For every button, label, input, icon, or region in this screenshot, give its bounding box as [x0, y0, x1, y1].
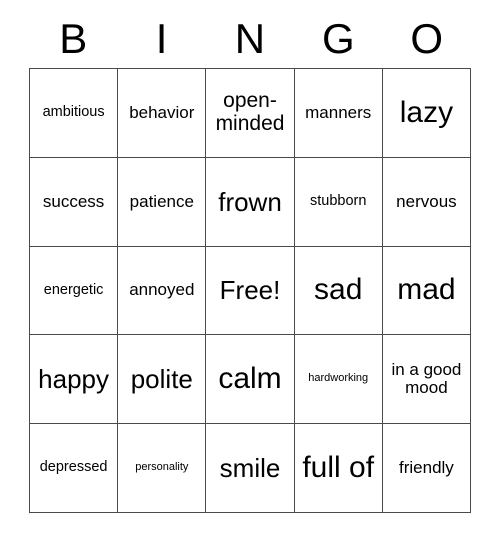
- bingo-cell[interactable]: manners: [294, 69, 383, 158]
- bingo-cell[interactable]: frown: [206, 157, 295, 247]
- bingo-cell[interactable]: sad: [294, 246, 383, 336]
- bingo-card: B I N G O ambitious behavior open-minded…: [29, 10, 472, 513]
- bingo-grid: ambitious behavior open-minded manners l…: [29, 68, 472, 513]
- bingo-cell-label: sad: [314, 273, 363, 307]
- bingo-cell-label: stubborn: [309, 192, 367, 209]
- bingo-row: depressed personality smile full of frie…: [30, 424, 472, 513]
- bingo-header-row: B I N G O: [29, 10, 471, 68]
- bingo-cell-label: behavior: [129, 102, 195, 122]
- bingo-cell-label: in a good mood: [391, 359, 462, 398]
- bingo-cell-label: depressed: [39, 459, 108, 476]
- bingo-header-letter-o: O: [410, 15, 444, 62]
- bingo-cell-free-space[interactable]: Free!: [206, 246, 295, 336]
- bingo-cell-label: calm: [218, 362, 282, 396]
- bingo-cell-label: energetic: [43, 281, 104, 298]
- bingo-cell[interactable]: behavior: [118, 69, 207, 158]
- bingo-cell-label: success: [42, 191, 105, 211]
- bingo-cell[interactable]: ambitious: [30, 69, 119, 158]
- bingo-cell[interactable]: happy: [30, 335, 119, 425]
- bingo-header-letter-b: B: [59, 15, 88, 62]
- bingo-cell-label: friendly: [399, 457, 454, 477]
- bingo-cell[interactable]: smile: [206, 424, 295, 513]
- bingo-cell-label: lazy: [399, 95, 454, 129]
- bingo-cell[interactable]: open-minded: [206, 69, 295, 158]
- bingo-cell-label: mad: [397, 273, 456, 307]
- bingo-cell-label: manners: [305, 102, 372, 122]
- bingo-cell[interactable]: hardworking: [294, 335, 383, 425]
- bingo-header-letter-n: N: [234, 15, 266, 62]
- bingo-cell-label: personality: [135, 461, 189, 474]
- bingo-cell[interactable]: depressed: [30, 424, 119, 513]
- bingo-cell-label: hardworking: [308, 372, 369, 385]
- bingo-cell-label: patience: [129, 191, 194, 211]
- bingo-cell-label: full of: [302, 450, 375, 484]
- bingo-cell[interactable]: nervous: [382, 157, 472, 247]
- bingo-cell[interactable]: annoyed: [118, 246, 207, 336]
- bingo-cell-label: open-minded: [215, 89, 285, 135]
- bingo-row: success patience frown stubborn nervous: [30, 157, 472, 247]
- bingo-cell-label: smile: [219, 453, 281, 484]
- bingo-header-letter-g: G: [322, 15, 355, 62]
- bingo-cell[interactable]: energetic: [30, 246, 119, 336]
- bingo-cell[interactable]: polite: [118, 335, 207, 425]
- bingo-cell-label: Free!: [219, 275, 281, 306]
- bingo-header-letter-i: I: [155, 15, 168, 62]
- bingo-cell-label: annoyed: [129, 280, 195, 300]
- bingo-cell[interactable]: in a good mood: [382, 335, 472, 425]
- bingo-cell[interactable]: lazy: [382, 69, 472, 158]
- bingo-cell[interactable]: friendly: [382, 424, 472, 513]
- bingo-cell-label: happy: [38, 364, 110, 395]
- bingo-row: ambitious behavior open-minded manners l…: [30, 69, 472, 158]
- bingo-row: energetic annoyed Free! sad mad: [30, 246, 472, 336]
- bingo-cell-label: polite: [130, 364, 193, 395]
- bingo-cell[interactable]: personality: [118, 424, 207, 513]
- bingo-cell-label: nervous: [396, 191, 457, 211]
- bingo-row: happy polite calm hardworking in a good …: [30, 335, 472, 425]
- bingo-cell[interactable]: stubborn: [294, 157, 383, 247]
- bingo-cell-label: frown: [218, 186, 282, 217]
- bingo-cell[interactable]: full of: [294, 424, 383, 513]
- bingo-cell[interactable]: success: [30, 157, 119, 247]
- bingo-cell[interactable]: calm: [206, 335, 295, 425]
- bingo-cell-label: ambitious: [42, 104, 105, 121]
- bingo-cell[interactable]: mad: [382, 246, 472, 336]
- bingo-cell[interactable]: patience: [118, 157, 207, 247]
